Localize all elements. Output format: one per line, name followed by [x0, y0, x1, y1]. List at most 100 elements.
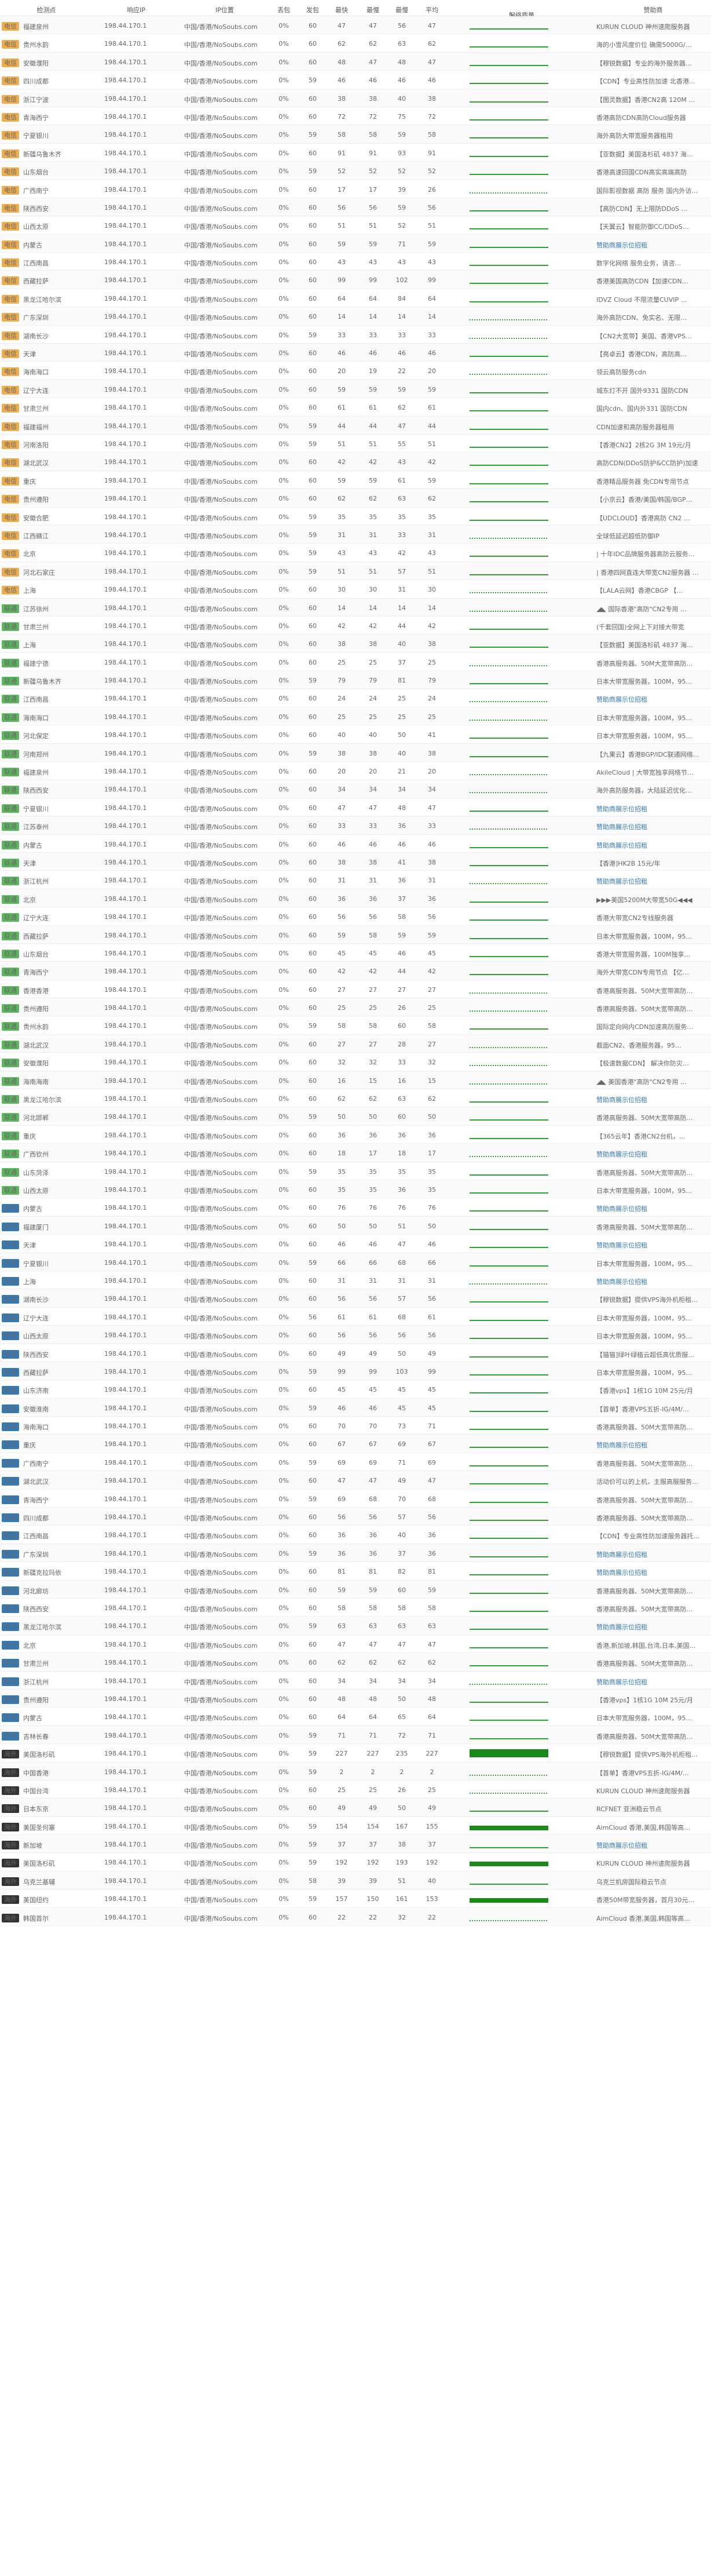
table-row[interactable]: 电信 重庆 198.44.170.1 中国/香港/NoSoubs.com 0% 60 59 5…: [0, 470, 711, 490]
table-row[interactable]: 海外 韩国首尔 198.44.170.1 中国/香港/NoSoubs.com 0% 60 2…: [0, 1907, 711, 1926]
table-row[interactable]: 移动 贵州遵阳 198.44.170.1 中国/香港/NoSoubs.com 0% 60 4…: [0, 1689, 711, 1708]
table-row[interactable]: 电信 江西赣江 198.44.170.1 中国/香港/NoSoubs.com 0% 59 3…: [0, 525, 711, 544]
table-row[interactable]: 移动 辽宁大连 198.44.170.1 中国/香港/NoSoubs.com 0% 56 6…: [0, 1307, 711, 1326]
table-row[interactable]: 联通 河北邯郸 198.44.170.1 中国/香港/NoSoubs.com 0% 59 5…: [0, 1107, 711, 1126]
table-row[interactable]: 移动 湖北武汉 198.44.170.1 中国/香港/NoSoubs.com 0% 60 4…: [0, 1471, 711, 1490]
table-row[interactable]: 联通 湖北武汉 198.44.170.1 中国/香港/NoSoubs.com 0% 60 2…: [0, 1034, 711, 1053]
table-row[interactable]: 联通 福建泉州 198.44.170.1 中国/香港/NoSoubs.com 0% 60 2…: [0, 762, 711, 780]
table-row[interactable]: 电信 新疆乌鲁木齐 198.44.170.1 中国/香港/NoSoubs.com 0% 6…: [0, 143, 711, 162]
table-row[interactable]: 移动 上海 198.44.170.1 中国/香港/NoSoubs.com 0% 60 31 3…: [0, 1271, 711, 1290]
table-row[interactable]: 联通 山西太原 198.44.170.1 中国/香港/NoSoubs.com 0% 60 3…: [0, 1180, 711, 1199]
table-row[interactable]: 联通 北京 198.44.170.1 中国/香港/NoSoubs.com 0% 60 36 3…: [0, 889, 711, 908]
table-row[interactable]: 联通 河南郑州 198.44.170.1 中国/香港/NoSoubs.com 0% 59 3…: [0, 743, 711, 762]
table-row[interactable]: 联通 海南海南 198.44.170.1 中国/香港/NoSoubs.com 0% 60 1…: [0, 1071, 711, 1090]
table-row[interactable]: 联通 广西钦州 198.44.170.1 中国/香港/NoSoubs.com 0% 60 1…: [0, 1144, 711, 1162]
table-row[interactable]: 移动 广西南宁 198.44.170.1 中国/香港/NoSoubs.com 0% 59 6…: [0, 1453, 711, 1472]
table-row[interactable]: 移动 内蒙古 198.44.170.1 中国/香港/NoSoubs.com 0% 60 64…: [0, 1707, 711, 1726]
table-row[interactable]: 联通 江苏泰州 198.44.170.1 中国/香港/NoSoubs.com 0% 60 3…: [0, 816, 711, 835]
table-row[interactable]: 海外 美国圣何塞 198.44.170.1 中国/香港/NoSoubs.com 0% 59…: [0, 1816, 711, 1836]
table-row[interactable]: 电信 贵州水韵 198.44.170.1 中国/香港/NoSoubs.com 0% 60 6…: [0, 34, 711, 53]
table-row[interactable]: 移动 海南海口 198.44.170.1 中国/香港/NoSoubs.com 0% 60 7…: [0, 1417, 711, 1435]
table-row[interactable]: 联通 海南海口 198.44.170.1 中国/香港/NoSoubs.com 0% 60 2…: [0, 707, 711, 726]
sponsor-link[interactable]: 赞助商展示位招租: [596, 877, 710, 886]
table-row[interactable]: 联通 安徽濮阳 198.44.170.1 中国/香港/NoSoubs.com 0% 60 3…: [0, 1053, 711, 1071]
table-row[interactable]: 移动 黑龙江哈尔滨 198.44.170.1 中国/香港/NoSoubs.com 0% 5…: [0, 1617, 711, 1635]
table-row[interactable]: 电信 北京 198.44.170.1 中国/香港/NoSoubs.com 0% 59 43 4…: [0, 543, 711, 562]
table-row[interactable]: 联通 河北保定 198.44.170.1 中国/香港/NoSoubs.com 0% 60 4…: [0, 725, 711, 744]
table-row[interactable]: 移动 浙江杭州 198.44.170.1 中国/香港/NoSoubs.com 0% 60 3…: [0, 1671, 711, 1690]
table-row[interactable]: 电信 湖北武汉 198.44.170.1 中国/香港/NoSoubs.com 0% 60 4…: [0, 453, 711, 471]
table-row[interactable]: 移动 河北廊坊 198.44.170.1 中国/香港/NoSoubs.com 0% 60 5…: [0, 1580, 711, 1599]
table-row[interactable]: 电信 宁夏银川 198.44.170.1 中国/香港/NoSoubs.com 0% 59 5…: [0, 125, 711, 144]
table-row[interactable]: 移动 山西太原 198.44.170.1 中国/香港/NoSoubs.com 0% 60 5…: [0, 1326, 711, 1344]
table-row[interactable]: 电信 四川成都 198.44.170.1 中国/香港/NoSoubs.com 0% 59 4…: [0, 71, 711, 89]
table-row[interactable]: 海外 美国洛杉矶 198.44.170.1 中国/香港/NoSoubs.com 0% 59…: [0, 1853, 711, 1871]
table-row[interactable]: 电信 甘肃兰州 198.44.170.1 中国/香港/NoSoubs.com 0% 60 6…: [0, 398, 711, 417]
table-row[interactable]: 海外 中国香港 198.44.170.1 中国/香港/NoSoubs.com 0% 59 2…: [0, 1762, 711, 1780]
table-row[interactable]: 移动 西藏拉萨 198.44.170.1 中国/香港/NoSoubs.com 0% 59 9…: [0, 1362, 711, 1381]
table-row[interactable]: 移动 重庆 198.44.170.1 中国/香港/NoSoubs.com 0% 60 67 6…: [0, 1435, 711, 1453]
sponsor-link[interactable]: 赞助商展示位招租: [596, 804, 710, 813]
sponsor-link[interactable]: 赞助商展示位招租: [596, 1277, 710, 1286]
table-row[interactable]: 电信 福建福州 198.44.170.1 中国/香港/NoSoubs.com 0% 59 4…: [0, 416, 711, 435]
table-row[interactable]: 海外 美国洛杉矶 198.44.170.1 中国/香港/NoSoubs.com 0% 59…: [0, 1744, 711, 1763]
table-row[interactable]: 海外 乌克兰基辅 198.44.170.1 中国/香港/NoSoubs.com 0% 58…: [0, 1871, 711, 1890]
table-row[interactable]: 联通 贵州水韵 198.44.170.1 中国/香港/NoSoubs.com 0% 59 5…: [0, 1016, 711, 1035]
table-row[interactable]: 电信 青海西宁 198.44.170.1 中国/香港/NoSoubs.com 0% 60 7…: [0, 107, 711, 126]
sponsor-link[interactable]: 赞助商展示位招租: [596, 1568, 710, 1577]
table-row[interactable]: 电信 广东深圳 198.44.170.1 中国/香港/NoSoubs.com 0% 60 1…: [0, 307, 711, 326]
table-row[interactable]: 电信 山东烟台 198.44.170.1 中国/香港/NoSoubs.com 0% 59 5…: [0, 162, 711, 180]
table-row[interactable]: 联通 香港香港 198.44.170.1 中国/香港/NoSoubs.com 0% 60 2…: [0, 980, 711, 999]
sponsor-link[interactable]: 赞助商展示位招租: [596, 695, 710, 704]
table-row[interactable]: 电信 贵州遵阳 198.44.170.1 中国/香港/NoSoubs.com 0% 60 6…: [0, 489, 711, 508]
sponsor-link[interactable]: 赞助商展示位招租: [596, 1240, 710, 1250]
table-row[interactable]: 联通 青海西宁 198.44.170.1 中国/香港/NoSoubs.com 0% 60 4…: [0, 962, 711, 980]
table-row[interactable]: 联通 江苏徐州 198.44.170.1 中国/香港/NoSoubs.com 0% 60 1…: [0, 598, 711, 616]
table-row[interactable]: 电信 海南海口 198.44.170.1 中国/香港/NoSoubs.com 0% 60 2…: [0, 362, 711, 380]
table-row[interactable]: 移动 山东济南 198.44.170.1 中国/香港/NoSoubs.com 0% 60 4…: [0, 1380, 711, 1399]
table-row[interactable]: 海外 新加坡 198.44.170.1 中国/香港/NoSoubs.com 0% 59 37…: [0, 1835, 711, 1853]
table-row[interactable]: 电信 辽宁大连 198.44.170.1 中国/香港/NoSoubs.com 0% 60 5…: [0, 380, 711, 399]
table-row[interactable]: 联通 江西南昌 198.44.170.1 中国/香港/NoSoubs.com 0% 60 2…: [0, 689, 711, 707]
table-row[interactable]: 海外 中国台湾 198.44.170.1 中国/香港/NoSoubs.com 0% 60 2…: [0, 1780, 711, 1799]
table-row[interactable]: 移动 北京 198.44.170.1 中国/香港/NoSoubs.com 0% 60 47 4…: [0, 1634, 711, 1654]
table-row[interactable]: 移动 天津 198.44.170.1 中国/香港/NoSoubs.com 0% 60 46 4…: [0, 1235, 711, 1253]
table-row[interactable]: 电信 江西南昌 198.44.170.1 中国/香港/NoSoubs.com 0% 60 4…: [0, 253, 711, 271]
sponsor-link[interactable]: 赞助商展示位招租: [596, 841, 710, 850]
sponsor-link[interactable]: 赞助商展示位招租: [596, 1677, 710, 1687]
table-row[interactable]: 移动 新疆克拉玛依 198.44.170.1 中国/香港/NoSoubs.com 0% 6…: [0, 1562, 711, 1581]
sponsor-link[interactable]: 赞助商展示位招租: [596, 1622, 710, 1632]
table-row[interactable]: 联通 天津 198.44.170.1 中国/香港/NoSoubs.com 0% 60 38 3…: [0, 852, 711, 871]
table-row[interactable]: 电信 陕西西安 198.44.170.1 中国/香港/NoSoubs.com 0% 60 5…: [0, 198, 711, 217]
table-row[interactable]: 移动 内蒙古 198.44.170.1 中国/香港/NoSoubs.com 0% 60 76…: [0, 1198, 711, 1217]
table-row[interactable]: 电信 上海 198.44.170.1 中国/香港/NoSoubs.com 0% 60 30 3…: [0, 580, 711, 599]
table-row[interactable]: 移动 湖南长沙 198.44.170.1 中国/香港/NoSoubs.com 0% 60 5…: [0, 1289, 711, 1308]
table-row[interactable]: 联通 陕西西安 198.44.170.1 中国/香港/NoSoubs.com 0% 60 3…: [0, 780, 711, 798]
table-row[interactable]: 联通 上海 198.44.170.1 中国/香港/NoSoubs.com 0% 60 38 3…: [0, 634, 711, 653]
table-row[interactable]: 联通 浙江杭州 198.44.170.1 中国/香港/NoSoubs.com 0% 60 3…: [0, 871, 711, 889]
table-row[interactable]: 电信 天津 198.44.170.1 中国/香港/NoSoubs.com 0% 60 46 4…: [0, 344, 711, 362]
table-row[interactable]: 联通 福建宁德 198.44.170.1 中国/香港/NoSoubs.com 0% 60 2…: [0, 652, 711, 672]
table-row[interactable]: 联通 辽宁大连 198.44.170.1 中国/香港/NoSoubs.com 0% 60 5…: [0, 907, 711, 926]
table-row[interactable]: 移动 江西南昌 198.44.170.1 中国/香港/NoSoubs.com 0% 60 3…: [0, 1526, 711, 1544]
table-row[interactable]: 移动 陕西西安 198.44.170.1 中国/香港/NoSoubs.com 0% 60 4…: [0, 1344, 711, 1362]
table-row[interactable]: 电信 黑龙江哈尔滨 198.44.170.1 中国/香港/NoSoubs.com 0% 6…: [0, 289, 711, 308]
table-row[interactable]: 电信 山西太原 198.44.170.1 中国/香港/NoSoubs.com 0% 60 5…: [0, 216, 711, 235]
table-row[interactable]: 移动 吉林长春 198.44.170.1 中国/香港/NoSoubs.com 0% 59 7…: [0, 1725, 711, 1745]
table-row[interactable]: 联通 宁夏银川 198.44.170.1 中国/香港/NoSoubs.com 0% 60 4…: [0, 798, 711, 817]
table-row[interactable]: 电信 河北石家庄 198.44.170.1 中国/香港/NoSoubs.com 0% 59…: [0, 561, 711, 581]
table-row[interactable]: 联通 新疆乌鲁木齐 198.44.170.1 中国/香港/NoSoubs.com 0% 5…: [0, 671, 711, 689]
table-row[interactable]: 电信 安徽濮阳 198.44.170.1 中国/香港/NoSoubs.com 0% 60 4…: [0, 52, 711, 71]
table-row[interactable]: 电信 福建泉州 198.44.170.1 中国/香港/NoSoubs.com 0% 60 4…: [0, 16, 711, 35]
table-row[interactable]: 联通 山东烟台 198.44.170.1 中国/香港/NoSoubs.com 0% 60 4…: [0, 943, 711, 962]
sponsor-link[interactable]: 赞助商展示位招租: [596, 1440, 710, 1450]
table-row[interactable]: 联通 甘肃兰州 198.44.170.1 中国/香港/NoSoubs.com 0% 60 4…: [0, 616, 711, 635]
table-row[interactable]: 联通 贵州遵阳 198.44.170.1 中国/香港/NoSoubs.com 0% 60 2…: [0, 998, 711, 1017]
table-row[interactable]: 移动 安徽淮南 198.44.170.1 中国/香港/NoSoubs.com 0% 59 4…: [0, 1398, 711, 1417]
table-row[interactable]: 移动 甘肃兰州 198.44.170.1 中国/香港/NoSoubs.com 0% 60 6…: [0, 1653, 711, 1672]
table-row[interactable]: 电信 河南洛阳 198.44.170.1 中国/香港/NoSoubs.com 0% 59 5…: [0, 434, 711, 453]
sponsor-link[interactable]: 赞助商展示位招租: [596, 1095, 710, 1104]
sponsor-link[interactable]: 赞助商展示位招租: [596, 1204, 710, 1213]
table-row[interactable]: 移动 广东深圳 198.44.170.1 中国/香港/NoSoubs.com 0% 59 3…: [0, 1544, 711, 1563]
table-row[interactable]: 海外 美国纽约 198.44.170.1 中国/香港/NoSoubs.com 0% 59 1…: [0, 1889, 711, 1908]
